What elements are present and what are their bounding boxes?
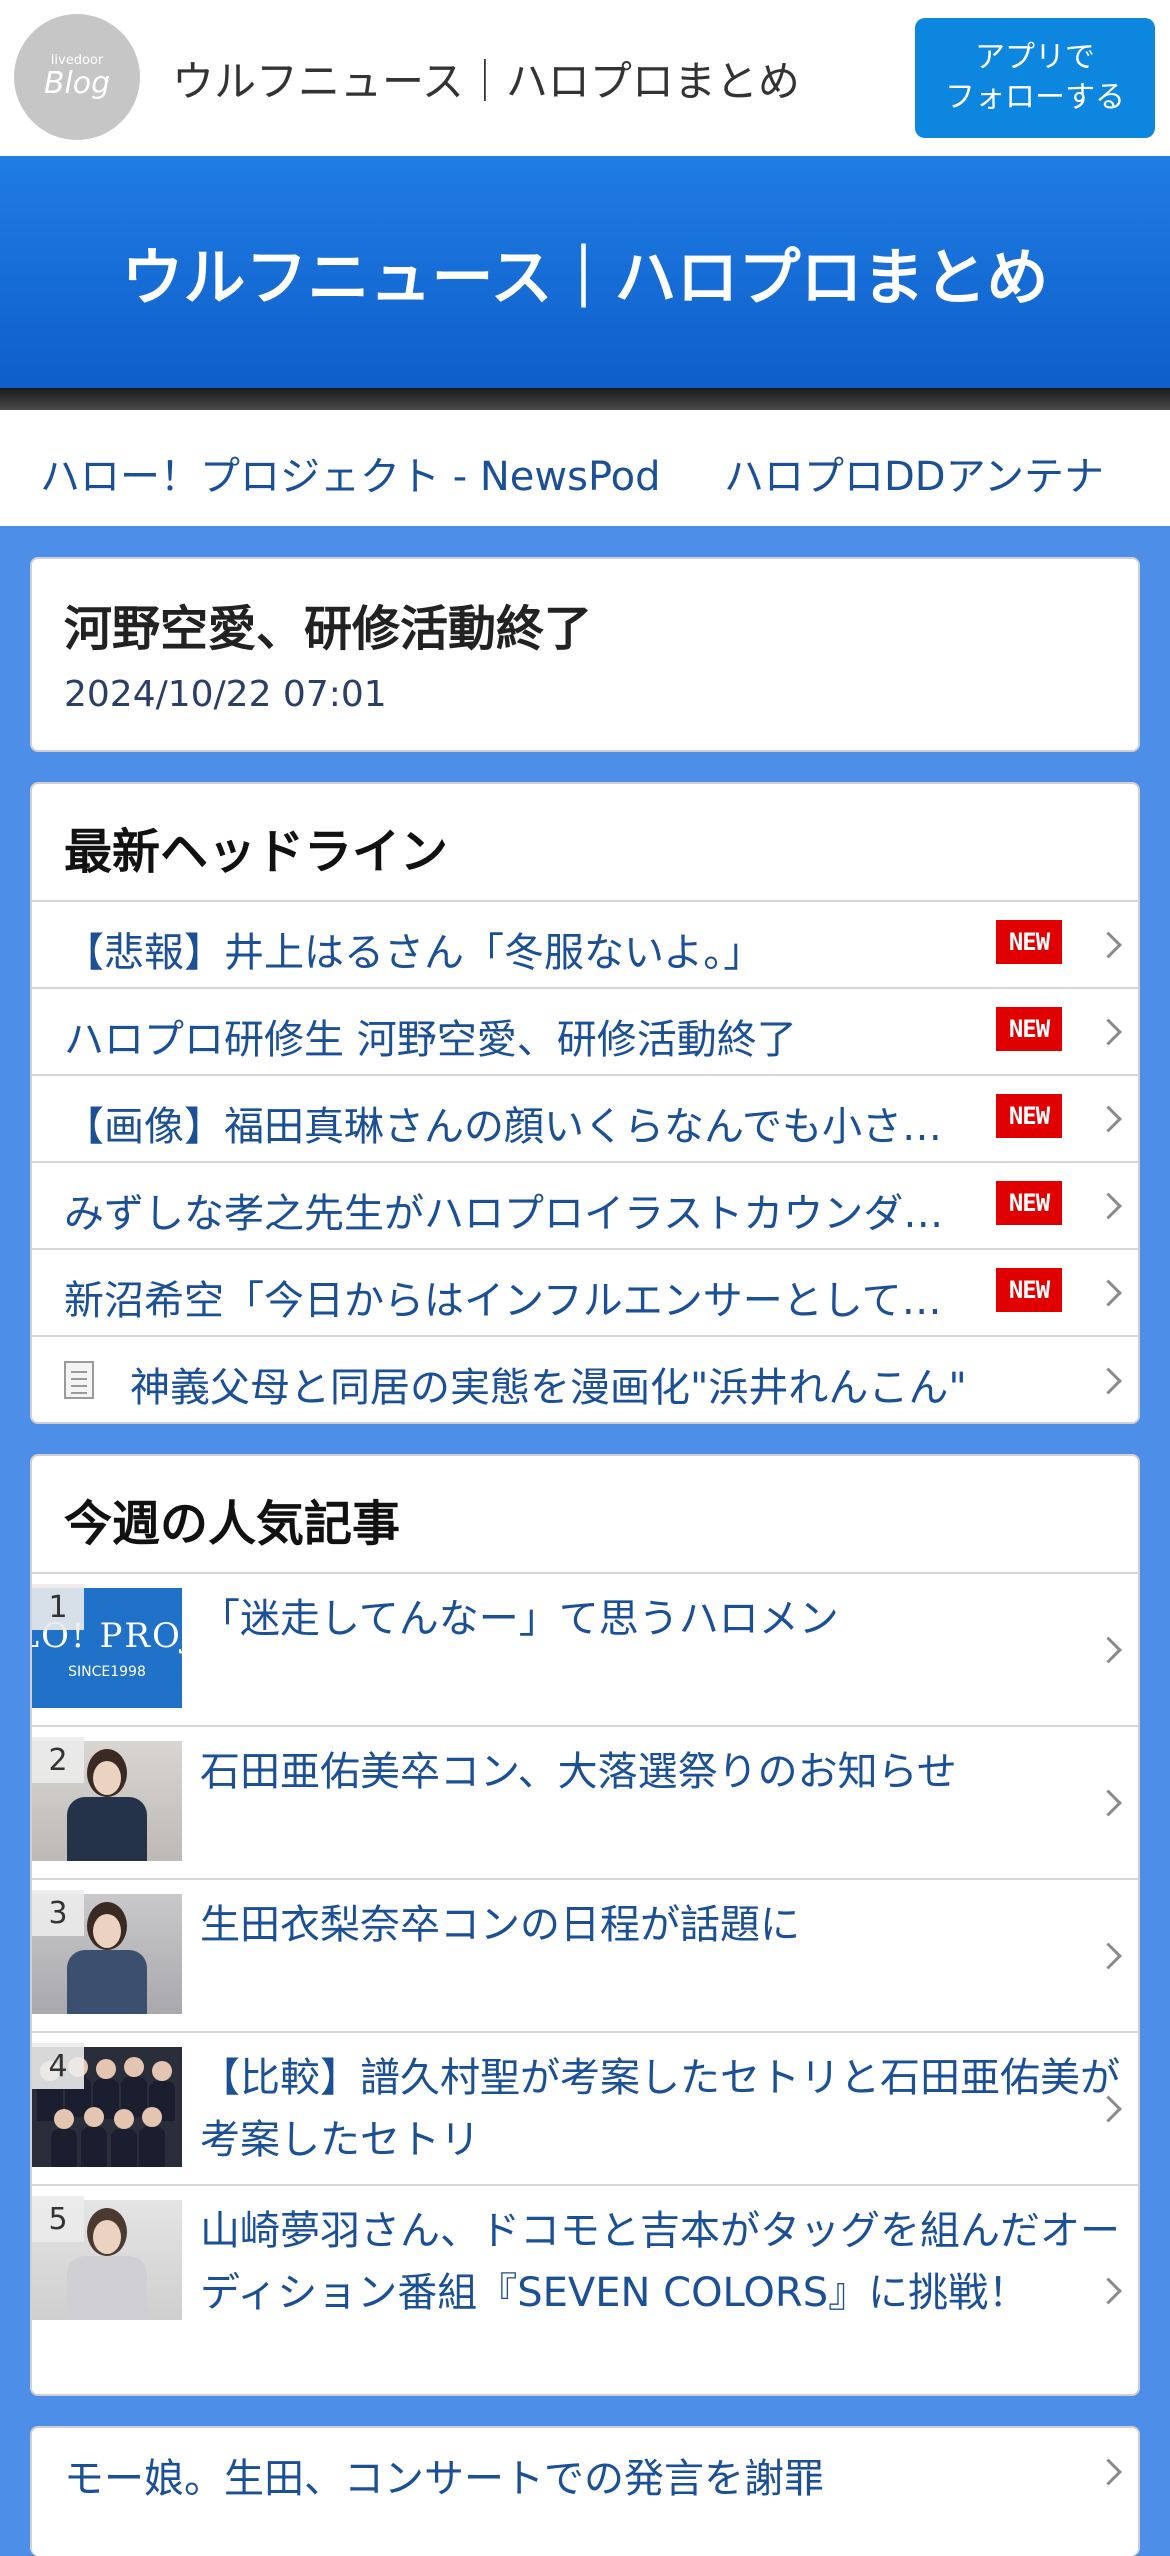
article-date: 2024/10/22 07:01 [64,674,387,715]
headline-item[interactable]: 新沼希空「今日からはインフルエンサーとして… NEW [32,1250,1138,1337]
follow-button-line1: アプリで [975,40,1095,75]
rank-number: 2 [32,1737,84,1783]
chevron-right-icon [1095,1105,1122,1132]
ranking-header: 今週の人気記事 [32,1456,1138,1574]
new-badge: NEW [996,1007,1062,1051]
new-badge: NEW [996,1268,1062,1312]
ranking-title: 今週の人気記事 [64,1496,401,1552]
thumbnail-subtext: SINCE1998 [68,1664,146,1680]
headline-item[interactable]: 神義父母と同居の実態を漫画化"浜井れんこん" [32,1337,1138,1422]
header-banner[interactable]: ウルフニュース｜ハロプロまとめ [0,156,1170,388]
ranking-text: 「迷走してんなー」て思うハロメン [200,1596,839,1642]
ranking-item[interactable]: 5 山崎夢羽さん、ドコモと吉本がタッグを組んだオーディション番組『SEVEN C… [32,2186,1138,2394]
document-icon [64,1361,94,1399]
link-dd-antenna[interactable]: ハロプロDDアンテナ [724,444,1104,502]
ranking-text: 山崎夢羽さん、ドコモと吉本がタッグを組んだオーディション番組『SEVEN COL… [200,2208,1120,2316]
link-newspod[interactable]: ハロー！プロジェクト - NewsPod [40,444,661,502]
ranking-text: 生田衣梨奈卒コンの日程が話題に [200,1902,800,1948]
rank-number: 5 [32,2196,84,2242]
headline-text: 【画像】福田真琳さんの顔いくらなんでも小さ… [64,1104,942,1150]
related-articles-card: モー娘。生田、コンサートでの発言を謝罪 [30,2426,1140,2556]
chevron-right-icon [1095,2458,1122,2486]
headline-item[interactable]: 【悲報】井上はるさん「冬服ないよ。」 NEW [32,902,1138,989]
weekly-popular-card: 今週の人気記事 1 LO! PROJ SINCE1998 「迷走してんなー」て思… [30,1454,1140,2396]
headline-text: 【悲報】井上はるさん「冬服ないよ。」 [64,930,764,976]
follow-in-app-button[interactable]: アプリで フォローする [915,18,1155,138]
headline-item[interactable]: 【画像】福田真琳さんの顔いくらなんでも小さ… NEW [32,1076,1138,1163]
blog-title[interactable]: ウルフニュース｜ハロプロまとめ [172,48,800,109]
ranking-item[interactable]: 1 LO! PROJ SINCE1998 「迷走してんなー」て思うハロメン [32,1574,1138,1727]
rank-number: 3 [32,1890,84,1936]
rank-number: 4 [32,2043,84,2089]
headline-text: みずしな孝之先生がハロプロイラストカウンダ… [64,1191,944,1237]
headlines-title: 最新ヘッドライン [64,824,449,880]
headlines-header: 最新ヘッドライン [32,784,1138,902]
headline-item[interactable]: ハロプロ研修生 河野空愛、研修活動終了 NEW [32,989,1138,1076]
new-badge: NEW [996,1181,1062,1225]
chevron-right-icon [1095,931,1122,958]
headline-text: 神義父母と同居の実態を漫画化"浜井れんこん" [130,1365,967,1411]
logo-big-text: Blog [43,66,111,101]
new-badge: NEW [996,920,1062,964]
headline-text: 新沼希空「今日からはインフルエンサーとして… [64,1278,942,1324]
chevron-right-icon [1095,1018,1122,1045]
ranking-text: 【比較】譜久村聖が考案したセトリと石田亜佑美が考案したセトリ [200,2055,1120,2163]
ranking-text: 石田亜佑美卒コン、大落選祭りのお知らせ [200,1749,957,1795]
chevron-right-icon [1095,1367,1122,1394]
ranking-item[interactable]: 3 生田衣梨奈卒コンの日程が話題に [32,1880,1138,2033]
follow-button-line2: フォローする [945,80,1125,115]
chevron-right-icon [1095,1192,1122,1219]
latest-headlines-card: 最新ヘッドライン 【悲報】井上はるさん「冬服ないよ。」 NEW ハロプロ研修生 … [30,782,1140,1424]
headline-text: ハロプロ研修生 河野空愛、研修活動終了 [64,1017,797,1063]
link-navigation: ハロー！プロジェクト - NewsPod ハロプロDDアンテナ [0,410,1170,526]
banner-title: ウルフニュース｜ハロプロまとめ [121,241,1049,314]
new-badge: NEW [996,1094,1062,1138]
article-header-card: 河野空愛、研修活動終了 2024/10/22 07:01 [30,557,1140,752]
article-title: 河野空愛、研修活動終了 [64,601,593,657]
chevron-right-icon [1095,1279,1122,1306]
livedoor-blog-logo[interactable]: livedoor Blog [14,14,140,140]
related-article-item[interactable]: モー娘。生田、コンサートでの発言を謝罪 [32,2428,1138,2516]
related-article-text: モー娘。生田、コンサートでの発言を謝罪 [64,2456,824,2502]
ranking-item[interactable]: 2 石田亜佑美卒コン、大落選祭りのお知らせ [32,1727,1138,1880]
rank-number: 1 [32,1584,84,1630]
headline-item[interactable]: みずしな孝之先生がハロプロイラストカウンダ… NEW [32,1163,1138,1250]
top-bar: livedoor Blog ウルフニュース｜ハロプロまとめ アプリで フォローす… [0,0,1170,156]
banner-divider [0,388,1170,410]
ranking-item[interactable]: 4 【比較】譜久村聖が考案したセトリと石田亜佑美が考案したセトリ [32,2033,1138,2186]
